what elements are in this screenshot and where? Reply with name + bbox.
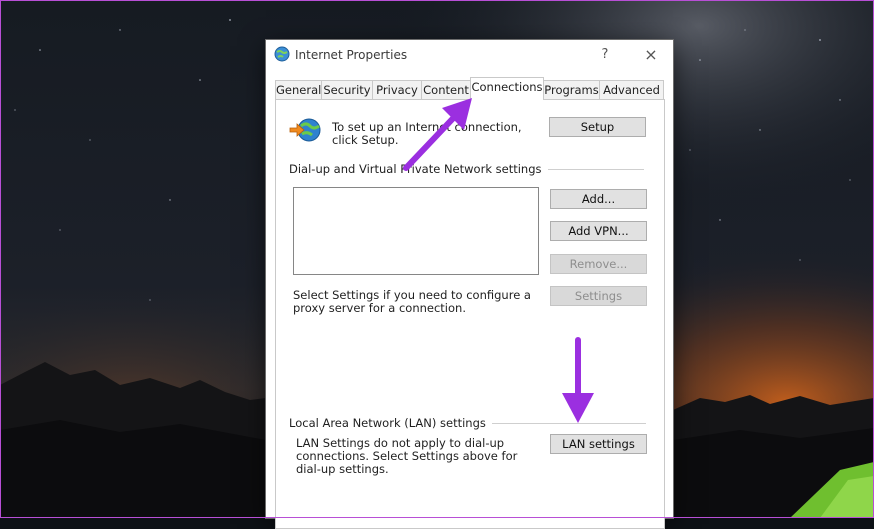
connections-list[interactable]	[293, 187, 539, 275]
tab-general[interactable]: General	[275, 80, 322, 99]
globe-connect-icon	[289, 117, 323, 143]
internet-globe-icon	[274, 46, 290, 62]
tab-connections[interactable]: Connections	[470, 77, 544, 100]
close-button[interactable]: ×	[638, 44, 664, 66]
add-button[interactable]: Add...	[550, 189, 647, 209]
tab-security[interactable]: Security	[321, 80, 373, 99]
annotation-arrow-lan-settings	[562, 337, 594, 423]
help-button[interactable]: ?	[592, 44, 618, 66]
add-vpn-button[interactable]: Add VPN...	[550, 221, 647, 241]
settings-button[interactable]: Settings	[550, 286, 647, 306]
dialog-title: Internet Properties	[295, 48, 408, 62]
lan-settings-button[interactable]: LAN settings	[550, 434, 647, 454]
tab-advanced[interactable]: Advanced	[599, 80, 664, 99]
annotation-arrow-connections	[403, 98, 472, 171]
lan-instruction: LAN Settings do not apply to dial-up con…	[296, 436, 518, 476]
setup-button[interactable]: Setup	[549, 117, 646, 137]
title-bar[interactable]: Internet Properties ? ×	[266, 40, 673, 70]
remove-button[interactable]: Remove...	[550, 254, 647, 274]
tab-programs[interactable]: Programs	[543, 80, 600, 99]
proxy-instruction: Select Settings if you need to configure…	[293, 288, 531, 315]
lan-group-title: Local Area Network (LAN) settings	[289, 416, 492, 430]
